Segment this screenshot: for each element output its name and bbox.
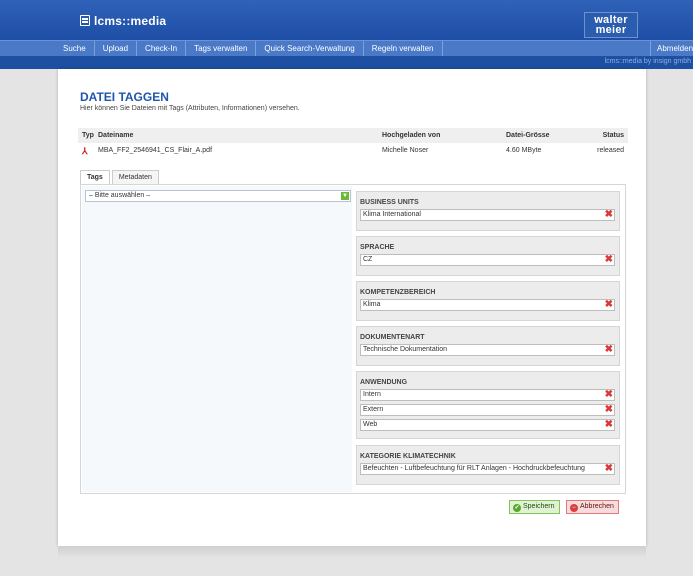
remove-tag-icon[interactable]: ✖ [603, 420, 613, 430]
tag-group-business-units: BUSINESS UNITS Klima International ✖ [356, 191, 620, 231]
table-row[interactable]: ⅄ MBA_FF2_2546941_CS_Flair_A.pdf Michell… [78, 143, 628, 158]
tag-group-title: ANWENDUNG [360, 379, 408, 386]
tag-value-text: Technische Dokumentation [363, 346, 448, 353]
remove-tag-icon[interactable]: ✖ [603, 405, 613, 415]
tag-value-text: Intern [363, 391, 381, 398]
tag-group-anwendung: ANWENDUNG Intern ✖ Extern ✖ Web ✖ [356, 371, 620, 439]
nav-item-upload[interactable]: Upload [95, 41, 138, 56]
save-label: Speichern [523, 503, 555, 510]
nav-item-suche[interactable]: Suche [55, 41, 95, 56]
tag-value: Befeuchten - Luftbefeuchtung für RLT Anl… [360, 463, 615, 475]
tag-value-text: Befeuchten - Luftbefeuchtung für RLT Anl… [363, 465, 585, 472]
file-table-header: Typ Dateiname Hochgeladen von Datei-Grös… [78, 128, 628, 143]
sub-header-bar: lcms::media by insign gmbh [0, 56, 693, 69]
tag-value: Extern ✖ [360, 404, 615, 416]
tag-group-title: SPRACHE [360, 244, 395, 251]
tag-value: Intern ✖ [360, 389, 615, 401]
check-icon: ✔ [513, 504, 521, 512]
logout-button[interactable]: Abmelden [650, 41, 693, 56]
tag-group-sprache: SPRACHE CZ ✖ [356, 236, 620, 276]
tag-select-value: – Bitte auswählen – [89, 192, 151, 199]
tag-value-text: Extern [363, 406, 384, 413]
tag-value-text: Web [363, 421, 378, 428]
tag-value-text: CZ [363, 256, 373, 263]
tag-selection-column: – Bitte auswählen – ▼ [82, 186, 352, 492]
tag-value: Technische Dokumentation ✖ [360, 344, 615, 356]
col-dateiname: Dateiname [98, 132, 134, 139]
remove-tag-icon[interactable]: ✖ [603, 390, 613, 400]
cancel-label: Abbrechen [580, 503, 614, 510]
tag-value: Klima ✖ [360, 299, 615, 311]
app-name: lcms::media [94, 14, 167, 28]
remove-tag-icon[interactable]: ✖ [603, 345, 613, 355]
tag-group-title: BUSINESS UNITS [360, 199, 419, 206]
tag-group-kompetenzbereich: KOMPETENZBEREICH Klima ✖ [356, 281, 620, 321]
remove-tag-icon[interactable]: ✖ [603, 300, 613, 310]
content-panel: DATEI TAGGEN Hier können Sie Dateien mit… [58, 69, 646, 546]
nav-list: Suche Upload Check-In Tags verwalten Qui… [55, 41, 693, 56]
save-button[interactable]: ✔ Speichern [509, 500, 560, 514]
file-size: 4.60 MByte [506, 147, 542, 154]
col-typ: Typ [82, 132, 94, 139]
walter-meier-logo: walter meier [584, 12, 638, 38]
nav-item-regeln-verwalten[interactable]: Regeln verwalten [364, 41, 443, 56]
file-table: Typ Dateiname Hochgeladen von Datei-Grös… [78, 128, 628, 158]
app-logo-icon [80, 15, 90, 26]
tag-value: CZ ✖ [360, 254, 615, 266]
credit-text: lcms::media by insign gmbh [604, 58, 691, 65]
footer-shadow [58, 546, 646, 558]
file-status: released [597, 147, 624, 154]
page-subtitle: Hier können Sie Dateien mit Tags (Attrib… [80, 105, 300, 112]
pdf-icon: ⅄ [82, 146, 88, 156]
tag-value: Web ✖ [360, 419, 615, 431]
tag-group-title: KOMPETENZBEREICH [360, 289, 436, 296]
col-hochgeladen-von: Hochgeladen von [382, 132, 441, 139]
file-uploader: Michelle Noser [382, 147, 429, 154]
tag-value-text: Klima International [363, 211, 421, 218]
tag-value: Klima International ✖ [360, 209, 615, 221]
page-title: DATEI TAGGEN [80, 90, 169, 104]
top-header: lcms::media walter meier [0, 0, 693, 40]
tag-group-kategorie-klimatechnik: KATEGORIE KLIMATECHNIK Befeuchten - Luft… [356, 445, 620, 485]
nav-item-quick-search[interactable]: Quick Search-Verwaltung [256, 41, 364, 56]
cancel-icon: − [570, 504, 578, 512]
remove-tag-icon[interactable]: ✖ [603, 255, 613, 265]
remove-tag-icon[interactable]: ✖ [603, 464, 613, 474]
cancel-button[interactable]: − Abbrechen [566, 500, 619, 514]
app-brand[interactable]: lcms::media [80, 14, 166, 28]
tag-select-dropdown[interactable]: – Bitte auswählen – ▼ [85, 190, 351, 202]
nav-item-check-in[interactable]: Check-In [137, 41, 187, 56]
remove-tag-icon[interactable]: ✖ [603, 210, 613, 220]
tag-group-title: KATEGORIE KLIMATECHNIK [360, 453, 456, 460]
tag-value-text: Klima [363, 301, 381, 308]
col-status: Status [602, 132, 624, 139]
tag-group-title: DOKUMENTENART [360, 334, 425, 341]
tags-tab-panel: – Bitte auswählen – ▼ BUSINESS UNITS Kli… [80, 184, 626, 494]
nav-item-tags-verwalten[interactable]: Tags verwalten [186, 41, 257, 56]
main-navigation: Suche Upload Check-In Tags verwalten Qui… [0, 40, 693, 56]
tag-group-dokumentenart: DOKUMENTENART Technische Dokumentation ✖ [356, 326, 620, 366]
col-datei-groesse: Datei-Grösse [506, 132, 550, 139]
chevron-down-icon[interactable]: ▼ [341, 192, 349, 200]
file-name: MBA_FF2_2546941_CS_Flair_A.pdf [98, 147, 213, 154]
